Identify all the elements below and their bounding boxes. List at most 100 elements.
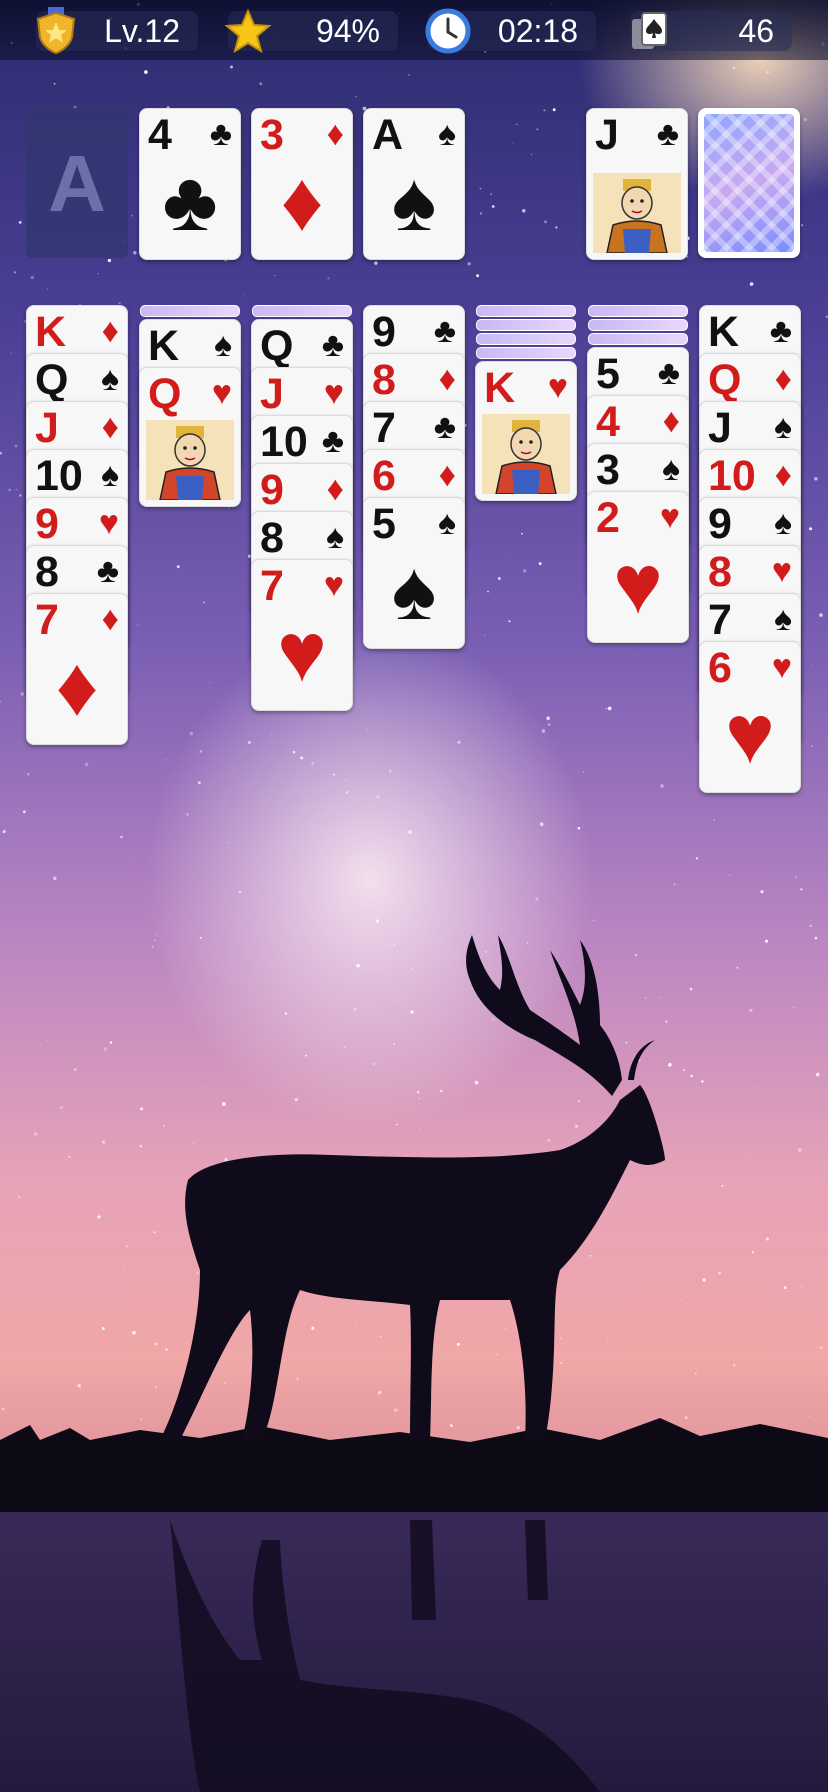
card-back-pattern: [704, 114, 794, 252]
rating-label: 94%: [315, 13, 380, 49]
card-suit-icon: ♠: [213, 326, 232, 364]
tableau-card[interactable]: 2 ♥ ♥: [587, 491, 689, 643]
card-rank: J: [708, 404, 732, 452]
card-suit-icon: ♥: [771, 552, 792, 590]
card-rank: 10: [260, 418, 308, 466]
level-indicator: Lv.12: [36, 7, 198, 55]
card-rank: 9: [260, 466, 284, 514]
card-rank: J: [595, 111, 619, 159]
card-rank: J: [260, 370, 284, 418]
card-rank: Q: [35, 356, 69, 404]
card-rank: 7: [372, 404, 396, 452]
card-suit-icon: ♠: [661, 450, 680, 488]
card-suit-icon: ♥: [98, 504, 119, 542]
face-down-card: [476, 347, 576, 359]
shield-badge-icon: [36, 7, 76, 55]
card-rank: 9: [35, 500, 59, 548]
card-suit-icon: ♥: [323, 566, 344, 604]
card-rank: Q: [148, 370, 182, 418]
card-suit-icon: ♦: [326, 115, 344, 153]
foundation-card[interactable]: A ♠ ♠: [363, 108, 465, 260]
card-rank: 8: [260, 514, 284, 562]
foundation-card[interactable]: 4 ♣ ♣: [139, 108, 241, 260]
card-suit-icon: ♦: [438, 456, 456, 494]
card-deck-icon: [632, 12, 667, 49]
card-suit-icon: ♥: [211, 374, 232, 412]
deer-silhouette-landscape: [0, 935, 828, 1792]
timer-indicator: 02:18: [425, 8, 596, 54]
card-rank: Q: [260, 322, 294, 370]
foundation-card[interactable]: 3 ♦ ♦: [251, 108, 353, 260]
face-down-card: [476, 333, 576, 345]
face-down-card: [588, 305, 688, 317]
card-rank: 10: [35, 452, 83, 500]
card-suit-icon: ♣: [433, 312, 456, 350]
tableau-card[interactable]: 6 ♥ ♥: [699, 641, 801, 793]
card-rank: 9: [708, 500, 732, 548]
face-down-card: [476, 319, 576, 331]
card-suit-icon: ♣: [321, 326, 344, 364]
timer-label: 02:18: [497, 13, 578, 49]
card-rank: 10: [708, 452, 756, 500]
card-center-suit-icon: ♥: [613, 537, 663, 631]
tableau-card[interactable]: 5 ♠ ♠: [363, 497, 465, 649]
card-suit-icon: ♦: [774, 360, 792, 398]
card-suit-icon: ♠: [773, 408, 792, 446]
tableau-card[interactable]: K ♥: [475, 361, 577, 501]
card-center-suit-icon: ♠: [391, 154, 437, 248]
card-suit-icon: ♦: [101, 408, 119, 446]
card-suit-icon: ♦: [101, 600, 119, 638]
card-center-suit-icon: ♣: [162, 154, 218, 248]
card-rank: 8: [372, 356, 396, 404]
card-rank: 7: [708, 596, 732, 644]
card-suit-icon: ♦: [438, 360, 456, 398]
waste-card[interactable]: J ♣: [586, 108, 688, 260]
card-rank: 8: [35, 548, 59, 596]
card-rank: 8: [708, 548, 732, 596]
card-suit-icon: ♠: [100, 456, 119, 494]
card-suit-icon: ♠: [100, 360, 119, 398]
card-suit-icon: ♣: [769, 312, 792, 350]
card-suit-icon: ♣: [657, 354, 680, 392]
tableau-card[interactable]: 7 ♦ ♦: [26, 593, 128, 745]
tableau-card[interactable]: Q ♥: [139, 367, 241, 507]
card-rank: 3: [596, 446, 620, 494]
card-rank: 5: [596, 350, 620, 398]
card-rank: 4: [596, 398, 620, 446]
card-suit-icon: ♣: [96, 552, 119, 590]
court-figure-image: [146, 420, 234, 505]
foundation-empty-slot[interactable]: A: [26, 108, 128, 258]
card-center-suit-icon: ♥: [277, 605, 327, 699]
cards-left-label: 46: [738, 13, 774, 49]
card-rank: K: [708, 308, 740, 356]
top-status-bar: Lv.12 94% 02:18 46: [0, 0, 828, 60]
card-suit-icon: ♦: [101, 312, 119, 350]
court-figure-image: [593, 173, 681, 258]
card-suit-icon: ♥: [547, 368, 568, 406]
card-suit-icon: ♦: [326, 470, 344, 508]
card-suit-icon: ♠: [437, 115, 456, 153]
card-suit-icon: ♥: [323, 374, 344, 412]
face-down-card: [588, 333, 688, 345]
card-rank: 6: [372, 452, 396, 500]
card-rank: K: [484, 364, 516, 412]
deer-icon: [160, 1085, 665, 1440]
level-label: Lv.12: [104, 13, 180, 49]
card-suit-icon: ♣: [433, 408, 456, 446]
card-suit-icon: ♠: [773, 600, 792, 638]
stock-pile[interactable]: [698, 108, 800, 258]
card-center-suit-icon: ♦: [280, 154, 324, 248]
card-rank: K: [35, 308, 67, 356]
card-rank: 9: [372, 308, 396, 356]
card-suit-icon: ♥: [771, 648, 792, 686]
card-rank: K: [148, 322, 180, 370]
foundation-placeholder-label: A: [48, 139, 106, 228]
face-down-card: [588, 319, 688, 331]
tableau-card[interactable]: 7 ♥ ♥: [251, 559, 353, 711]
card-center-suit-icon: ♠: [391, 543, 437, 637]
face-down-card: [140, 305, 240, 317]
card-suit-icon: ♥: [659, 498, 680, 536]
card-suit-icon: ♠: [437, 504, 456, 542]
card-rank: Q: [708, 356, 742, 404]
court-figure-image: [482, 414, 570, 499]
